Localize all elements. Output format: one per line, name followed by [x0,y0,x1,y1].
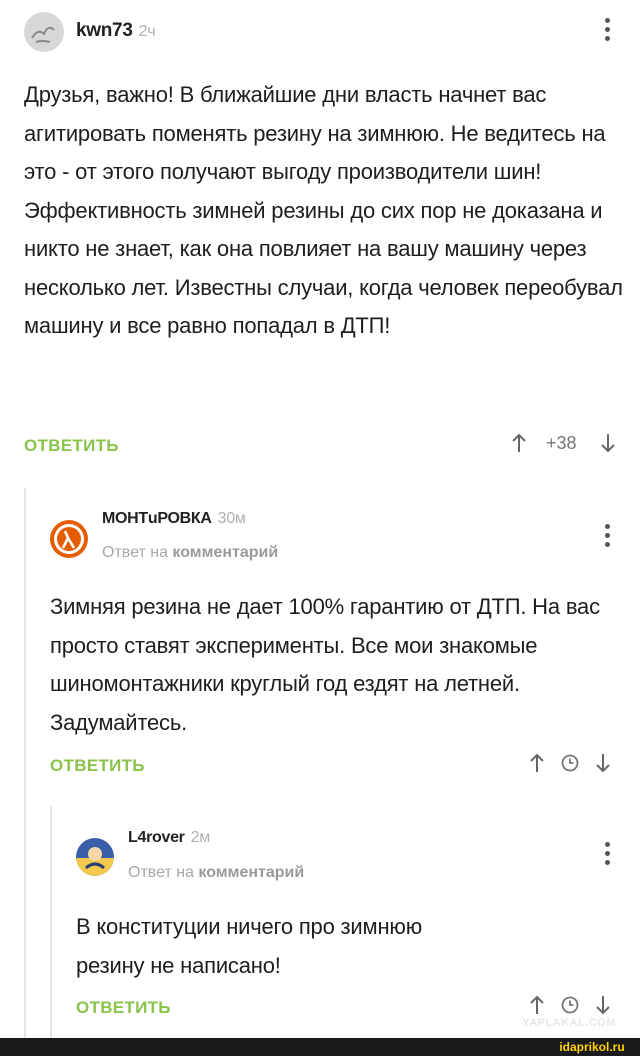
yaplakal-watermark: YAPLAKAL.COM [522,1017,616,1029]
reply-button[interactable]: ОТВЕТИТЬ [50,756,145,776]
more-menu-icon[interactable] [604,524,610,547]
reply-to-link[interactable]: комментарий [198,864,304,881]
reply-to-line: Ответ на комментарий [102,544,278,562]
rating-count: +38 [546,432,577,453]
avatar[interactable] [50,520,88,558]
comment-time: 2м [190,829,211,846]
reply-to-link[interactable]: комментарий [172,544,278,561]
more-menu-icon[interactable] [604,18,610,41]
author-name[interactable]: МОНТuРОВКА 30м [102,510,246,528]
comment-text: Зимняя резина не дает 100% гарантию от Д… [50,594,600,735]
hand-drawing-icon [31,26,55,43]
half-life-lambda-icon [54,524,84,554]
avatar[interactable] [76,838,114,876]
author-link[interactable]: kwn73 [76,20,133,41]
reply-to-line: Ответ на комментарий [128,864,304,882]
idaprikol-watermark: idaprikol.ru [544,1038,640,1056]
comment-text: Друзья, важно! В ближайшие дни власть на… [24,82,623,338]
downvote-arrow-icon[interactable] [594,994,612,1016]
reply-to-prefix: Ответ на [128,864,194,881]
author-link[interactable]: L4rover [128,829,185,846]
author-name[interactable]: L4rover 2м [128,829,210,847]
author-link[interactable]: МОНТuРОВКА [102,510,212,527]
vote-controls [528,994,612,1016]
avatar[interactable] [24,12,64,52]
clock-icon [561,754,579,772]
upvote-arrow-icon[interactable] [510,432,528,454]
comment-text: В конституции ничего про зимнюю резину н… [76,914,422,978]
vote-controls: +38 [510,432,617,454]
vote-controls [528,752,612,774]
thread-line [50,806,52,1056]
clock-icon [561,996,579,1014]
upvote-arrow-icon[interactable] [528,994,546,1016]
author-name[interactable]: kwn73 2ч [76,20,156,42]
downvote-arrow-icon[interactable] [594,752,612,774]
comment-time: 2ч [138,23,156,40]
thread-line [24,488,26,1056]
more-menu-icon[interactable] [604,842,610,865]
reply-button[interactable]: ОТВЕТИТЬ [24,436,119,456]
upvote-arrow-icon[interactable] [528,752,546,774]
comment-time: 30м [217,510,246,527]
reply-button[interactable]: ОТВЕТИТЬ [76,998,171,1018]
reply-to-prefix: Ответ на [102,544,168,561]
cartoon-avatar-icon [76,847,114,876]
downvote-arrow-icon[interactable] [599,432,617,454]
